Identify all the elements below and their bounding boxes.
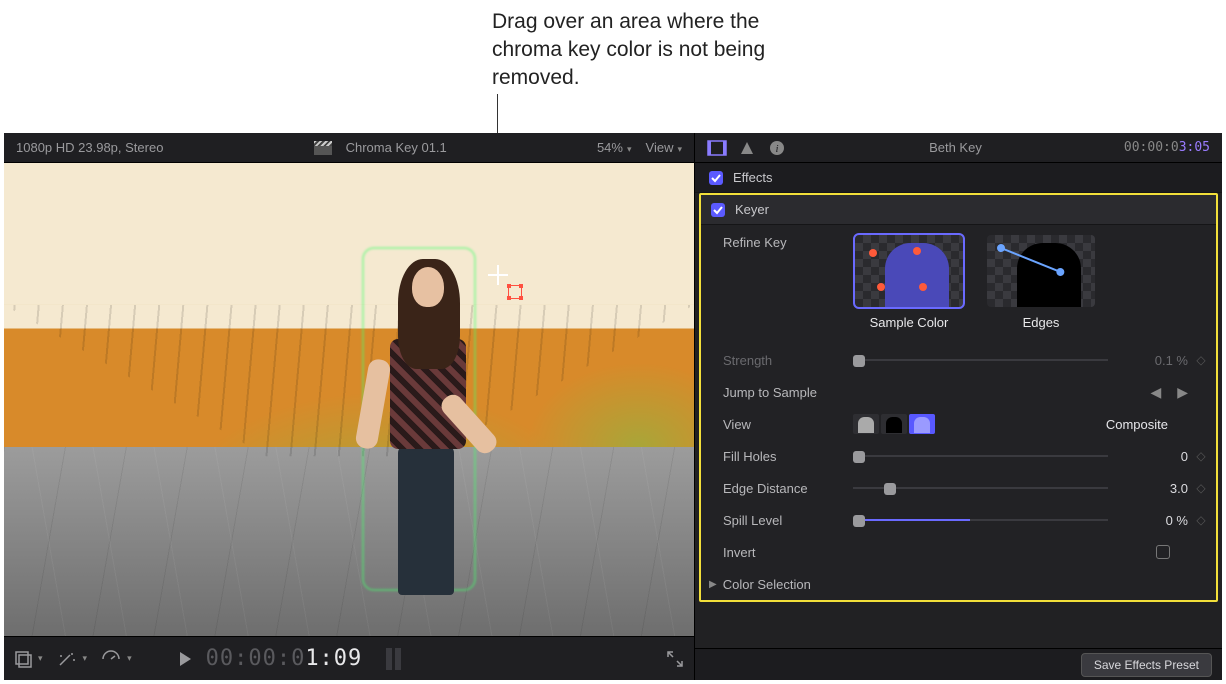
edge-distance-slider[interactable]: [853, 481, 1108, 495]
spill-level-label: Spill Level: [723, 513, 853, 528]
viewer-canvas[interactable]: [4, 163, 694, 636]
fill-holes-slider[interactable]: [853, 449, 1108, 463]
edge-distance-value[interactable]: 3.0: [1116, 481, 1188, 496]
svg-text:i: i: [775, 143, 778, 155]
spill-level-value[interactable]: 0 %: [1116, 513, 1188, 528]
viewer-zoom-dropdown[interactable]: 54%▾: [597, 140, 632, 155]
jump-next-button[interactable]: ▶: [1173, 385, 1192, 399]
app-window: 1080p HD 23.98p, Stereo Chroma Key 01.1 …: [4, 133, 1222, 680]
invert-checkbox[interactable]: [1156, 545, 1170, 559]
disclosure-triangle-icon[interactable]: ▶: [709, 579, 717, 590]
keyframe-icon[interactable]: ◇: [1196, 449, 1206, 463]
effects-section-header[interactable]: Effects: [695, 163, 1222, 193]
keyer-effect-block: Keyer Refine Key Sampl: [699, 193, 1218, 602]
audio-skimming-indicator: [386, 648, 401, 670]
inspector-pane: i Beth Key 00:00:03:05 Effects: [695, 133, 1222, 680]
invert-row: Invert: [701, 536, 1216, 568]
jump-prev-button[interactable]: ◀: [1146, 385, 1165, 399]
strength-label: Strength: [723, 353, 853, 368]
sample-color-tool[interactable]: Sample Color: [855, 235, 963, 330]
viewer-footer: ▾ ▾ ▾ 00:00:01:09: [4, 636, 694, 680]
strength-value[interactable]: 0.1 %: [1116, 353, 1188, 368]
strength-row: Strength 0.1 % ◇: [701, 344, 1216, 376]
save-effects-preset-button[interactable]: Save Effects Preset: [1081, 653, 1212, 677]
spill-level-row: Spill Level 0 % ◇: [701, 504, 1216, 536]
viewer-view-dropdown[interactable]: View▾: [646, 140, 682, 155]
inspector-body: Effects Keyer Refine Key: [695, 163, 1222, 648]
color-selection-label: Color Selection: [723, 577, 811, 592]
sample-rect-icon: [508, 285, 522, 299]
retime-tool-dropdown[interactable]: ▾: [101, 650, 132, 668]
view-row: View Composite: [701, 408, 1216, 440]
inspector-footer: Save Effects Preset: [695, 648, 1222, 680]
inspector-timecode: 00:00:03:05: [1124, 140, 1210, 155]
scene-floor: [4, 447, 694, 636]
fullscreen-button[interactable]: [666, 650, 684, 668]
edges-tool[interactable]: Edges: [987, 235, 1095, 330]
effects-enable-checkbox[interactable]: [709, 171, 723, 185]
view-seg-original[interactable]: [853, 414, 879, 434]
jump-to-sample-row: Jump to Sample ◀ ▶: [701, 376, 1216, 408]
refine-key-label: Refine Key: [723, 235, 853, 250]
view-seg-matte[interactable]: [881, 414, 907, 434]
invert-label: Invert: [723, 545, 853, 560]
view-value: Composite: [1106, 417, 1168, 432]
scene-subject: [364, 249, 474, 589]
video-inspector-tab[interactable]: [707, 139, 727, 157]
keyframe-icon[interactable]: ◇: [1196, 353, 1206, 367]
crosshair-icon: [488, 265, 508, 285]
view-segmented-control[interactable]: [853, 414, 935, 434]
enhance-tool-dropdown[interactable]: ▾: [57, 650, 88, 668]
viewer-pane: 1080p HD 23.98p, Stereo Chroma Key 01.1 …: [4, 133, 695, 680]
keyer-label: Keyer: [735, 202, 769, 217]
info-inspector-tab[interactable]: i: [767, 139, 787, 157]
keyer-enable-checkbox[interactable]: [711, 203, 725, 217]
keyer-header-row[interactable]: Keyer: [701, 195, 1216, 225]
fill-holes-label: Fill Holes: [723, 449, 853, 464]
clapperboard-icon[interactable]: [314, 141, 332, 155]
inspector-clip-title: Beth Key: [797, 140, 1114, 155]
edge-distance-row: Edge Distance 3.0 ◇: [701, 472, 1216, 504]
effects-label: Effects: [733, 170, 773, 185]
callout-text: Drag over an area where the chroma key c…: [492, 8, 792, 92]
play-button[interactable]: [178, 651, 192, 667]
fill-holes-row: Fill Holes 0 ◇: [701, 440, 1216, 472]
spill-level-slider[interactable]: [853, 513, 1108, 527]
color-selection-row[interactable]: ▶ Color Selection: [701, 568, 1216, 600]
strength-slider[interactable]: [853, 353, 1108, 367]
view-seg-composite[interactable]: [909, 414, 935, 434]
sample-color-caption: Sample Color: [870, 315, 949, 330]
edge-distance-label: Edge Distance: [723, 481, 853, 496]
viewer-canvas-wrap[interactable]: [4, 163, 694, 636]
fill-holes-value[interactable]: 0: [1116, 449, 1188, 464]
view-label: View: [723, 417, 853, 432]
jump-to-sample-label: Jump to Sample: [723, 385, 853, 400]
viewer-header: 1080p HD 23.98p, Stereo Chroma Key 01.1 …: [4, 133, 694, 163]
edges-caption: Edges: [1023, 315, 1060, 330]
color-inspector-tab[interactable]: [737, 139, 757, 157]
keyframe-icon[interactable]: ◇: [1196, 513, 1206, 527]
playhead-timecode[interactable]: 00:00:01:09: [206, 646, 363, 671]
viewer-clip-name: Chroma Key 01.1: [346, 140, 447, 155]
viewer-format: 1080p HD 23.98p, Stereo: [16, 140, 163, 155]
inspector-header: i Beth Key 00:00:03:05: [695, 133, 1222, 163]
keyframe-icon[interactable]: ◇: [1196, 481, 1206, 495]
crop-tool-dropdown[interactable]: ▾: [14, 650, 43, 668]
